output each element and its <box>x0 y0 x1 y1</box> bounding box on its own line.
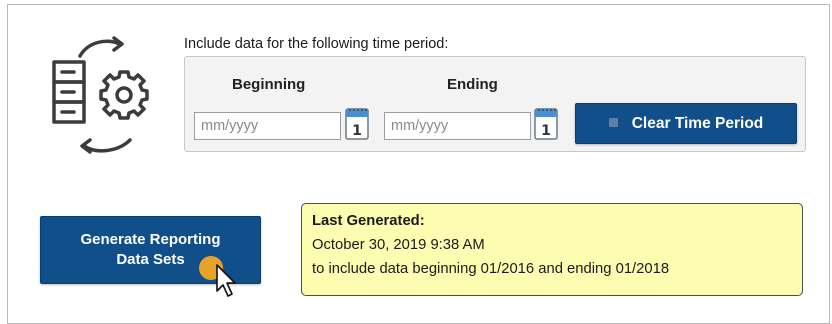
server-settings-icon <box>52 36 149 154</box>
beginning-date-input[interactable] <box>194 112 341 140</box>
beginning-calendar-icon[interactable]: 1 <box>344 106 370 142</box>
calendar-day: 1 <box>541 123 551 139</box>
last-generated-note: Last Generated: October 30, 2019 9:38 AM… <box>301 203 803 296</box>
calendar-day: 1 <box>352 123 362 139</box>
last-generated-title: Last Generated: <box>312 213 425 229</box>
generate-label-line2: Data Sets <box>116 251 185 268</box>
beginning-label: Beginning <box>232 76 306 93</box>
clear-square-icon <box>608 117 618 127</box>
last-generated-range: to include data beginning 01/2016 and en… <box>312 261 670 277</box>
ending-calendar-icon[interactable]: 1 <box>533 106 559 142</box>
clear-time-period-button[interactable]: Clear Time Period <box>575 103 797 144</box>
clear-time-period-label: Clear Time Period <box>631 114 764 132</box>
period-caption: Include data for the following time peri… <box>184 36 449 52</box>
ending-label: Ending <box>447 76 498 93</box>
generate-label-line1: Generate Reporting <box>80 231 221 248</box>
ending-date-input[interactable] <box>384 112 531 140</box>
last-generated-date: October 30, 2019 9:38 AM <box>312 237 485 253</box>
generate-reporting-data-sets-button[interactable]: Generate Reporting Data Sets <box>40 216 261 284</box>
